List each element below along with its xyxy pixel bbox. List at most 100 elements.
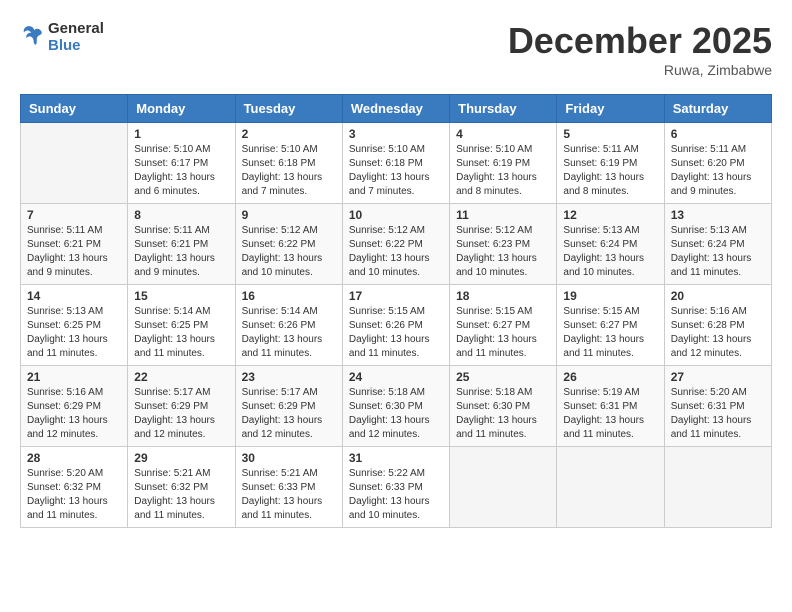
calendar-cell: 8 Sunrise: 5:11 AM Sunset: 6:21 PM Daylig… (128, 204, 235, 285)
day-info: Sunrise: 5:12 AM Sunset: 6:22 PM Dayligh… (349, 224, 443, 280)
day-number: 7 (27, 208, 121, 222)
day-info: Sunrise: 5:10 AM Sunset: 6:18 PM Dayligh… (349, 143, 443, 199)
day-info: Sunrise: 5:10 AM Sunset: 6:17 PM Dayligh… (134, 143, 228, 199)
day-info: Sunrise: 5:15 AM Sunset: 6:26 PM Dayligh… (349, 305, 443, 361)
day-info: Sunrise: 5:21 AM Sunset: 6:32 PM Dayligh… (134, 467, 228, 523)
day-info: Sunrise: 5:15 AM Sunset: 6:27 PM Dayligh… (563, 305, 657, 361)
calendar-cell: 24Sunrise: 5:18 AM Sunset: 6:30 PM Dayli… (342, 366, 449, 447)
day-info: Sunrise: 5:13 AM Sunset: 6:25 PM Dayligh… (27, 305, 121, 361)
day-number: 19 (563, 289, 657, 303)
day-info: Sunrise: 5:20 AM Sunset: 6:32 PM Dayligh… (27, 467, 121, 523)
day-number: 27 (671, 370, 765, 384)
calendar-cell: 6 Sunrise: 5:11 AM Sunset: 6:20 PM Daylig… (664, 123, 771, 204)
day-number: 10 (349, 208, 443, 222)
weekday-header: Thursday (450, 95, 557, 123)
calendar-table: SundayMondayTuesdayWednesdayThursdayFrid… (20, 94, 772, 528)
calendar-cell: 15 Sunrise: 5:14 AM Sunset: 6:25 PM Dayli… (128, 285, 235, 366)
calendar-cell: 27 Sunrise: 5:20 AM Sunset: 6:31 PM Dayli… (664, 366, 771, 447)
day-number: 6 (671, 127, 765, 141)
calendar-cell: 30 Sunrise: 5:21 AM Sunset: 6:33 PM Dayli… (235, 447, 342, 528)
calendar-cell: 19 Sunrise: 5:15 AM Sunset: 6:27 PM Dayli… (557, 285, 664, 366)
day-info: Sunrise: 5:17 AM Sunset: 6:29 PM Dayligh… (134, 386, 228, 442)
day-info: Sunrise: 5:12 AM Sunset: 6:22 PM Dayligh… (242, 224, 336, 280)
day-info: Sunrise: 5:21 AM Sunset: 6:33 PM Dayligh… (242, 467, 336, 523)
calendar-cell: 18 Sunrise: 5:15 AM Sunset: 6:27 PM Dayli… (450, 285, 557, 366)
weekday-header: Sunday (21, 95, 128, 123)
calendar-cell: 29 Sunrise: 5:21 AM Sunset: 6:32 PM Dayli… (128, 447, 235, 528)
day-number: 15 (134, 289, 228, 303)
calendar-cell: 1 Sunrise: 5:10 AM Sunset: 6:17 PM Daylig… (128, 123, 235, 204)
day-number: 4 (456, 127, 550, 141)
day-info: Sunrise: 5:13 AM Sunset: 6:24 PM Dayligh… (671, 224, 765, 280)
calendar-cell (664, 447, 771, 528)
day-number: 3 (349, 127, 443, 141)
day-number: 29 (134, 451, 228, 465)
calendar-cell: 13Sunrise: 5:13 AM Sunset: 6:24 PM Dayli… (664, 204, 771, 285)
day-info: Sunrise: 5:11 AM Sunset: 6:20 PM Dayligh… (671, 143, 765, 199)
day-number: 17 (349, 289, 443, 303)
day-info: Sunrise: 5:11 AM Sunset: 6:21 PM Dayligh… (27, 224, 121, 280)
day-number: 5 (563, 127, 657, 141)
page-header: General Blue December 2025 Ruwa, Zimbabw… (20, 20, 772, 78)
day-info: Sunrise: 5:16 AM Sunset: 6:28 PM Dayligh… (671, 305, 765, 361)
calendar-cell: 22 Sunrise: 5:17 AM Sunset: 6:29 PM Dayli… (128, 366, 235, 447)
day-number: 8 (134, 208, 228, 222)
day-info: Sunrise: 5:13 AM Sunset: 6:24 PM Dayligh… (563, 224, 657, 280)
day-info: Sunrise: 5:18 AM Sunset: 6:30 PM Dayligh… (349, 386, 443, 442)
day-info: Sunrise: 5:19 AM Sunset: 6:31 PM Dayligh… (563, 386, 657, 442)
weekday-header: Saturday (664, 95, 771, 123)
calendar-cell (21, 123, 128, 204)
calendar-cell: 12 Sunrise: 5:13 AM Sunset: 6:24 PM Dayli… (557, 204, 664, 285)
day-info: Sunrise: 5:14 AM Sunset: 6:25 PM Dayligh… (134, 305, 228, 361)
day-number: 20 (671, 289, 765, 303)
calendar-cell: 4 Sunrise: 5:10 AM Sunset: 6:19 PM Daylig… (450, 123, 557, 204)
day-number: 2 (242, 127, 336, 141)
calendar-cell (557, 447, 664, 528)
day-number: 25 (456, 370, 550, 384)
day-info: Sunrise: 5:11 AM Sunset: 6:19 PM Dayligh… (563, 143, 657, 199)
day-number: 31 (349, 451, 443, 465)
logo: General Blue (20, 20, 104, 54)
day-info: Sunrise: 5:12 AM Sunset: 6:23 PM Dayligh… (456, 224, 550, 280)
day-info: Sunrise: 5:20 AM Sunset: 6:31 PM Dayligh… (671, 386, 765, 442)
day-number: 12 (563, 208, 657, 222)
day-info: Sunrise: 5:15 AM Sunset: 6:27 PM Dayligh… (456, 305, 550, 361)
calendar-cell: 31 Sunrise: 5:22 AM Sunset: 6:33 PM Dayli… (342, 447, 449, 528)
day-info: Sunrise: 5:10 AM Sunset: 6:19 PM Dayligh… (456, 143, 550, 199)
calendar-cell: 7 Sunrise: 5:11 AM Sunset: 6:21 PM Daylig… (21, 204, 128, 285)
calendar-cell: 11Sunrise: 5:12 AM Sunset: 6:23 PM Dayli… (450, 204, 557, 285)
calendar-cell: 17 Sunrise: 5:15 AM Sunset: 6:26 PM Dayli… (342, 285, 449, 366)
calendar-week-row: 1 Sunrise: 5:10 AM Sunset: 6:17 PM Daylig… (21, 123, 772, 204)
calendar-cell: 14Sunrise: 5:13 AM Sunset: 6:25 PM Dayli… (21, 285, 128, 366)
weekday-header: Monday (128, 95, 235, 123)
day-number: 21 (27, 370, 121, 384)
calendar-cell: 9Sunrise: 5:12 AM Sunset: 6:22 PM Daylig… (235, 204, 342, 285)
calendar-week-row: 28 Sunrise: 5:20 AM Sunset: 6:32 PM Dayli… (21, 447, 772, 528)
day-info: Sunrise: 5:14 AM Sunset: 6:26 PM Dayligh… (242, 305, 336, 361)
day-number: 30 (242, 451, 336, 465)
calendar-cell: 3 Sunrise: 5:10 AM Sunset: 6:18 PM Daylig… (342, 123, 449, 204)
logo-bird-icon (20, 23, 44, 47)
weekday-header: Tuesday (235, 95, 342, 123)
day-info: Sunrise: 5:10 AM Sunset: 6:18 PM Dayligh… (242, 143, 336, 199)
day-number: 23 (242, 370, 336, 384)
day-number: 1 (134, 127, 228, 141)
calendar-week-row: 7 Sunrise: 5:11 AM Sunset: 6:21 PM Daylig… (21, 204, 772, 285)
day-info: Sunrise: 5:11 AM Sunset: 6:21 PM Dayligh… (134, 224, 228, 280)
day-number: 26 (563, 370, 657, 384)
calendar-week-row: 14Sunrise: 5:13 AM Sunset: 6:25 PM Dayli… (21, 285, 772, 366)
day-number: 28 (27, 451, 121, 465)
day-info: Sunrise: 5:22 AM Sunset: 6:33 PM Dayligh… (349, 467, 443, 523)
calendar-cell: 16 Sunrise: 5:14 AM Sunset: 6:26 PM Dayli… (235, 285, 342, 366)
day-number: 18 (456, 289, 550, 303)
weekday-header: Wednesday (342, 95, 449, 123)
day-number: 22 (134, 370, 228, 384)
title-block: December 2025 Ruwa, Zimbabwe (508, 20, 772, 78)
calendar-cell: 5 Sunrise: 5:11 AM Sunset: 6:19 PM Daylig… (557, 123, 664, 204)
calendar-cell: 26 Sunrise: 5:19 AM Sunset: 6:31 PM Dayli… (557, 366, 664, 447)
month-title: December 2025 (508, 20, 772, 62)
day-number: 16 (242, 289, 336, 303)
calendar-cell: 2 Sunrise: 5:10 AM Sunset: 6:18 PM Daylig… (235, 123, 342, 204)
calendar-header-row: SundayMondayTuesdayWednesdayThursdayFrid… (21, 95, 772, 123)
calendar-cell: 20 Sunrise: 5:16 AM Sunset: 6:28 PM Dayli… (664, 285, 771, 366)
